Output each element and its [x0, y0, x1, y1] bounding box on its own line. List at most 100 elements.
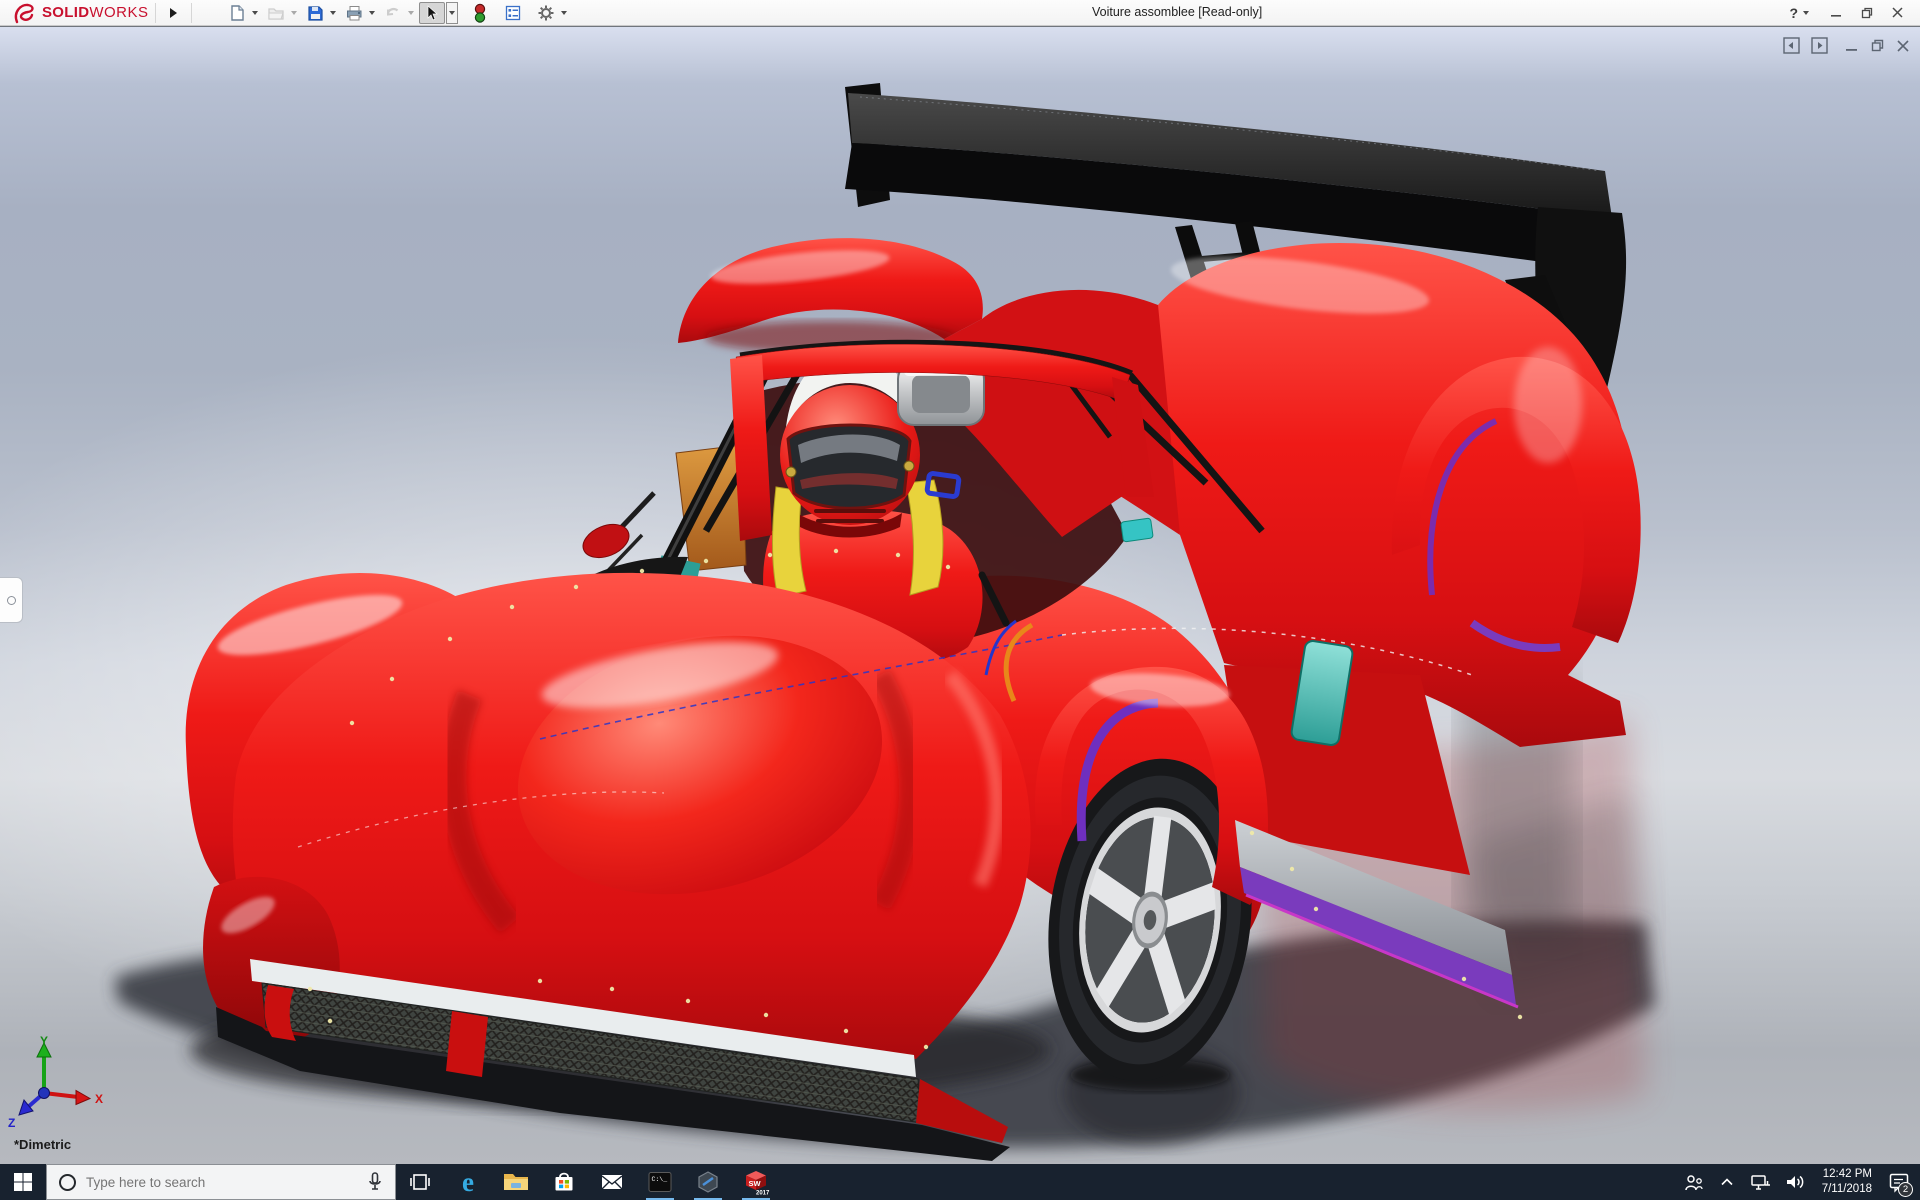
file-properties-button[interactable] [500, 2, 526, 24]
help-dropdown-caret [1803, 10, 1809, 15]
help-icon: ? [1789, 4, 1798, 21]
sw-label: SW [748, 1179, 761, 1188]
divider [154, 2, 156, 23]
cortana-icon[interactable] [59, 1173, 76, 1191]
task-view-icon [410, 1174, 430, 1190]
minimize-button[interactable] [1830, 6, 1843, 19]
taskbar-app-solidworks[interactable]: SW 2017 [732, 1164, 780, 1200]
open-dropdown-caret[interactable] [290, 10, 297, 15]
options-dropdown-caret[interactable] [560, 10, 567, 15]
command-prompt-icon: C:\_ [648, 1172, 672, 1192]
print-button[interactable] [341, 2, 367, 24]
file-explorer-icon [504, 1174, 528, 1190]
title-bar[interactable]: SOLIDWORKS Voiture assomblee [Read-only]… [0, 0, 1920, 26]
people-button[interactable] [1678, 1164, 1708, 1200]
save-dropdown-caret[interactable] [329, 10, 336, 15]
minimize-icon [1831, 15, 1841, 17]
sw-year: 2017 [756, 1190, 770, 1196]
task-view-button[interactable] [396, 1164, 444, 1200]
tray-clock[interactable]: 12:42 PM 7/11/2018 [1814, 1167, 1880, 1197]
triad-y-label: Y [40, 1035, 48, 1048]
speaker-icon [1786, 1175, 1804, 1189]
taskbar-app-command-prompt[interactable]: C:\_ [636, 1164, 684, 1200]
main-toolbar [224, 1, 571, 24]
start-button[interactable] [0, 1164, 46, 1200]
save-button[interactable] [302, 2, 328, 24]
hexagon-app-icon [698, 1171, 718, 1193]
brand-solid-text: SOLID [42, 3, 90, 21]
windows-logo-icon [14, 1173, 32, 1191]
solidworks-2017-icon: SW 2017 [745, 1170, 770, 1196]
system-tray: 12:42 PM 7/11/2018 2 [1678, 1164, 1920, 1200]
close-button[interactable] [1891, 6, 1904, 19]
pane-right-button[interactable] [1811, 37, 1828, 54]
select-cursor-icon [427, 4, 438, 20]
window-title: Voiture assomblee [Read-only] [1092, 5, 1263, 19]
pane-left-button[interactable] [1783, 37, 1800, 54]
doc-minimize-button[interactable] [1845, 39, 1859, 53]
help-button[interactable]: ? [1789, 5, 1813, 21]
3d-model-canvas[interactable] [0, 1, 1920, 1165]
divider [190, 2, 192, 23]
options-button[interactable] [533, 2, 559, 24]
document-window-controls [1783, 37, 1910, 54]
clock-time: 12:42 PM [1822, 1168, 1872, 1181]
action-center-button[interactable]: 2 [1884, 1164, 1914, 1200]
triad-x-label: X [95, 1092, 103, 1106]
open-folder-icon [267, 7, 284, 20]
edge-icon: e [462, 1166, 474, 1197]
new-document-icon [230, 4, 244, 21]
select-button[interactable] [418, 1, 445, 24]
expand-pane-icon [6, 595, 16, 605]
taskbar-app-file-explorer[interactable] [492, 1164, 540, 1200]
new-dropdown-caret[interactable] [251, 10, 258, 15]
people-icon [1684, 1175, 1703, 1191]
notification-badge: 2 [1898, 1182, 1913, 1197]
taskbar-app-composer[interactable] [684, 1164, 732, 1200]
clock-date: 7/11/2018 [1821, 1183, 1872, 1195]
tray-overflow-button[interactable] [1712, 1164, 1742, 1200]
taskbar-search[interactable] [46, 1164, 396, 1200]
graphics-area[interactable]: Y X Z *Dimetric [0, 26, 1920, 1164]
taskbar-app-edge[interactable]: e [444, 1164, 492, 1200]
network-icon [1750, 1175, 1770, 1190]
new-document-button[interactable] [224, 2, 250, 24]
volume-button[interactable] [1780, 1164, 1810, 1200]
view-orientation-label: *Dimetric [14, 1137, 72, 1152]
search-input[interactable] [86, 1174, 357, 1190]
print-dropdown-caret[interactable] [368, 10, 375, 15]
microphone-icon[interactable] [367, 1172, 383, 1192]
mail-icon [601, 1175, 623, 1190]
file-properties-icon [505, 5, 520, 20]
restore-icon [1861, 7, 1873, 18]
network-button[interactable] [1746, 1164, 1776, 1200]
gear-icon [538, 5, 554, 20]
windows-taskbar: e C:\_ [0, 1164, 1920, 1200]
print-icon [346, 5, 362, 20]
triad-z-label: Z [8, 1116, 15, 1130]
toolbar-flyout-arrow[interactable] [169, 7, 177, 18]
taskbar-app-mail[interactable] [588, 1164, 636, 1200]
chevron-up-icon [1721, 1178, 1733, 1186]
cmd-label: C:\_ [652, 1176, 668, 1183]
orientation-triad: Y X Z [8, 1035, 103, 1130]
taskbar-app-store[interactable] [540, 1164, 588, 1200]
save-floppy-icon [307, 5, 323, 21]
brand-works-text: WORKS [89, 3, 149, 21]
solidworks-logo: SOLIDWORKS [0, 2, 149, 24]
undo-dropdown-caret[interactable] [407, 10, 414, 15]
doc-close-button[interactable] [1896, 39, 1910, 53]
close-icon [1892, 7, 1903, 18]
open-button[interactable] [263, 2, 289, 24]
doc-restore-button[interactable] [1870, 38, 1885, 53]
left-rear-fender[interactable] [678, 238, 983, 353]
rebuild-button[interactable] [467, 2, 493, 24]
select-dropdown-caret[interactable] [445, 1, 458, 24]
ds-logo-icon [14, 3, 34, 23]
undo-button[interactable] [380, 2, 406, 24]
window-controls: ? [1789, 5, 1920, 21]
feature-tree-collapsed-tab[interactable] [0, 577, 23, 623]
mirror-teal[interactable] [1120, 517, 1154, 543]
restore-button[interactable] [1860, 6, 1874, 20]
rebuild-traffic-light-icon [474, 3, 485, 23]
